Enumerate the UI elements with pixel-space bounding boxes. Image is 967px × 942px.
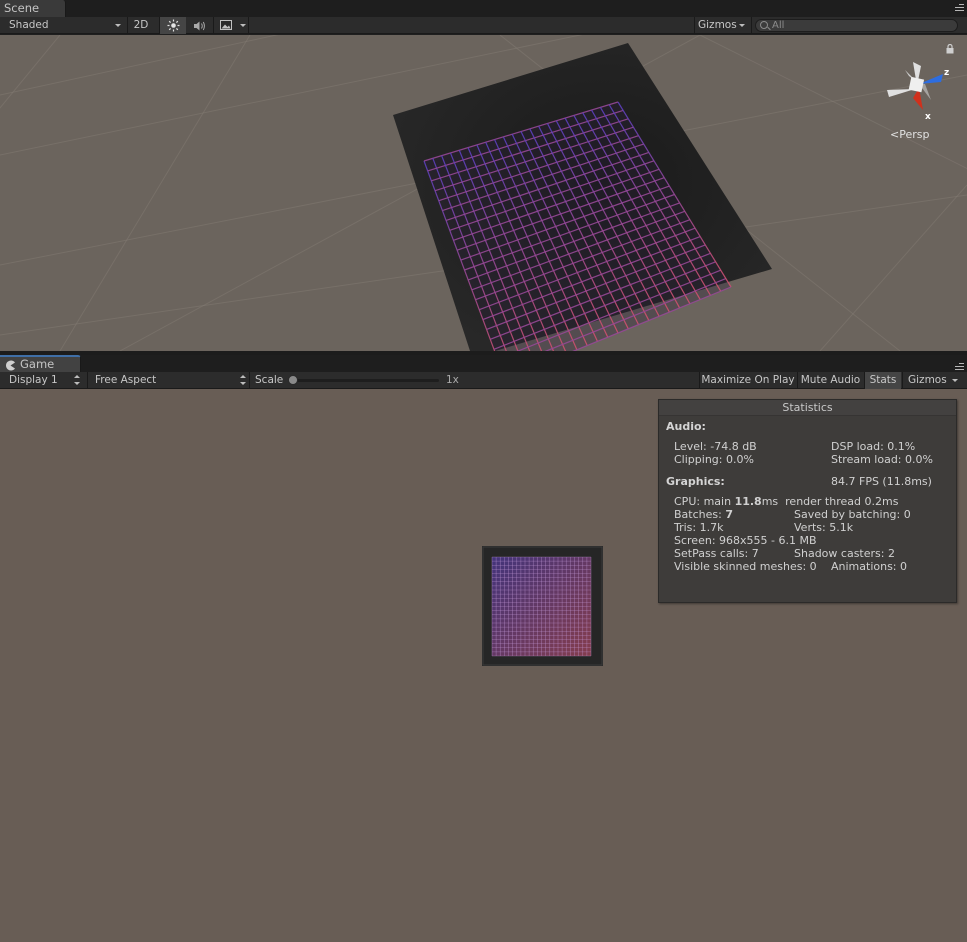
toolbar-divider [248, 17, 249, 34]
game-grid-mesh [491, 556, 592, 657]
audio-stream-load: Stream load: 0.0% [831, 453, 933, 466]
image-icon [220, 20, 232, 30]
cpu-suffix: ms render thread 0.2ms [761, 495, 899, 508]
audio-level: Level: -74.8 dB [674, 440, 757, 453]
audio-dsp-load: DSP load: 0.1% [831, 440, 916, 453]
graphics-animations: Animations: 0 [831, 560, 908, 573]
graphics-cpu: CPU: main 11.8ms render thread 0.2ms [674, 495, 898, 508]
graphics-shadow-casters: Shadow casters: 2 [794, 547, 895, 560]
audio-clipping: Clipping: 0.0% [674, 453, 754, 466]
display-dropdown[interactable]: Display 1 [9, 372, 85, 389]
toolbar-divider [249, 372, 250, 389]
scene-panel-menu-icon[interactable] [952, 4, 964, 13]
tab-scene[interactable]: Scene [0, 0, 66, 17]
chevron-down-icon [739, 24, 745, 27]
scene-lighting-toggle[interactable] [160, 17, 186, 34]
toolbar-divider [87, 372, 88, 389]
display-label: Display 1 [9, 374, 58, 386]
scene-gizmos-dropdown[interactable]: Gizmos [698, 17, 748, 34]
graphics-tris: Tris: 1.7k [674, 521, 724, 534]
scene-tab-strip: Scene [0, 0, 967, 17]
hierarchy-search-box[interactable] [755, 19, 958, 32]
updown-arrows-icon [240, 375, 246, 385]
game-tab-strip: Game [0, 355, 967, 372]
axis-z-label: z [944, 68, 950, 78]
scene-viewport[interactable]: z x <Persp [0, 35, 967, 351]
axis-x-label: x [925, 112, 931, 122]
stats-toggle[interactable]: Stats [865, 372, 901, 389]
sun-icon [167, 19, 179, 32]
projection-toggle[interactable]: <Persp [890, 128, 929, 141]
statistics-title: Statistics [659, 400, 956, 416]
batches-prefix: Batches: [674, 508, 726, 521]
scale-slider-track[interactable] [291, 379, 439, 382]
graphics-saved-by-batching: Saved by batching: 0 [794, 508, 911, 521]
aspect-dropdown[interactable]: Free Aspect [95, 372, 249, 389]
toolbar-divider [751, 17, 752, 34]
graphics-verts: Verts: 5.1k [794, 521, 854, 534]
statistics-panel: Statistics Audio: Level: -74.8 dB DSP lo… [658, 399, 957, 603]
search-icon [760, 21, 768, 29]
shading-mode-dropdown[interactable]: Shaded [9, 17, 123, 34]
graphics-batches: Batches: 7 [674, 508, 733, 521]
pacman-game-icon [6, 360, 16, 371]
chevron-down-icon [952, 379, 958, 382]
orientation-gizmo[interactable]: z x <Persp [875, 40, 965, 150]
search-input[interactable] [772, 20, 952, 31]
maximize-on-play-toggle[interactable]: Maximize On Play [700, 372, 796, 389]
cpu-main-value: 11.8 [734, 495, 762, 508]
scene-render [0, 35, 967, 351]
scale-slider-handle[interactable] [288, 375, 298, 385]
batches-value: 7 [725, 508, 733, 521]
game-panel-menu-icon[interactable] [952, 363, 964, 372]
cpu-prefix: CPU: main [674, 495, 735, 508]
audio-header: Audio: [666, 420, 706, 433]
graphics-visible-skinned-meshes: Visible skinned meshes: 0 [674, 560, 817, 573]
aspect-label: Free Aspect [95, 374, 157, 386]
scene-toolbar: Shaded 2D Gizmos [0, 17, 967, 34]
tab-game[interactable]: Game [0, 355, 81, 372]
toolbar-divider [902, 372, 903, 389]
game-toolbar: Display 1 Free Aspect Scale 1x Maximize … [0, 372, 967, 389]
gizmos-label: Gizmos [698, 19, 737, 31]
graphics-setpass-calls: SetPass calls: 7 [674, 547, 759, 560]
graphics-screen: Screen: 968x555 - 6.1 MB [674, 534, 817, 547]
game-tab-label: Game [20, 357, 55, 371]
speaker-icon [194, 21, 205, 31]
2d-mode-toggle[interactable]: 2D [128, 17, 154, 34]
scene-audio-toggle[interactable] [188, 17, 212, 34]
graphics-header: Graphics: [666, 475, 725, 488]
lock-icon[interactable] [946, 44, 954, 54]
game-gizmos-dropdown[interactable]: Gizmos [908, 372, 962, 389]
graphics-fps: 84.7 FPS (11.8ms) [831, 475, 932, 488]
scale-value: 1x [446, 374, 459, 386]
scene-effects-toggle[interactable] [216, 17, 236, 34]
scale-label: Scale [255, 374, 284, 386]
mute-audio-toggle[interactable]: Mute Audio [798, 372, 863, 389]
persp-chevron-icon: < [890, 128, 900, 141]
projection-label: Persp [899, 128, 930, 141]
gizmos-label: Gizmos [908, 374, 947, 386]
effects-chevron-down-icon[interactable] [240, 24, 246, 27]
chevron-down-icon [115, 24, 121, 27]
updown-arrows-icon [74, 375, 80, 385]
shading-mode-label: Shaded [9, 19, 49, 31]
toolbar-divider [694, 17, 695, 34]
toolbar-divider [213, 17, 214, 34]
